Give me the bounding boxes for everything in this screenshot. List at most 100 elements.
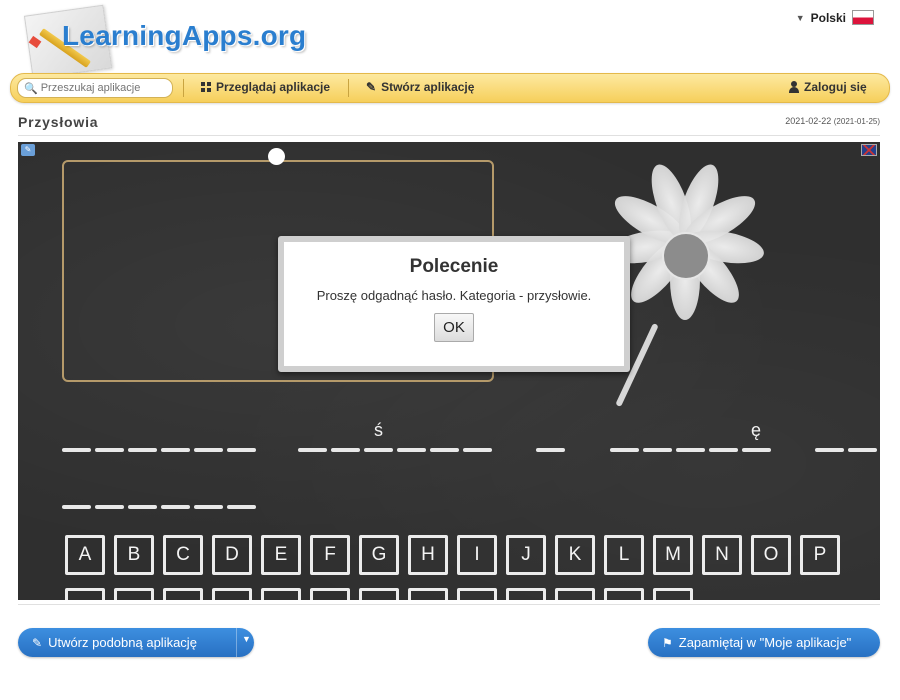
keyboard-key[interactable]	[163, 588, 203, 600]
browse-apps-label: Przeglądaj aplikacje	[216, 80, 331, 94]
letter-slot	[128, 448, 157, 452]
flower-center	[662, 232, 710, 280]
divider	[18, 135, 880, 136]
letter-slot	[161, 448, 190, 452]
page-title: Przysłowia	[18, 114, 99, 130]
keyboard-key[interactable]	[653, 588, 693, 600]
letter-slot	[95, 505, 124, 509]
letter-slot	[848, 448, 877, 452]
key-b[interactable]: B	[114, 535, 154, 575]
key-m[interactable]: M	[653, 535, 693, 575]
keyboard-key[interactable]	[65, 588, 105, 600]
keyboard-key[interactable]	[604, 588, 644, 600]
uk-flag-icon[interactable]	[861, 144, 877, 156]
letter-slot	[536, 448, 565, 452]
search-input[interactable]	[40, 82, 169, 94]
key-h[interactable]: H	[408, 535, 448, 575]
letter-slot	[430, 448, 459, 452]
main-navbar: 🔍 Przeglądaj aplikacje ✎ Stwórz aplikacj…	[10, 73, 890, 103]
dialog-text: Proszę odgadnąć hasło. Kategoria - przys…	[316, 288, 592, 303]
language-label: Polski	[810, 10, 846, 25]
letter-slot	[298, 448, 327, 452]
letter-slot	[128, 505, 157, 509]
key-c[interactable]: C	[163, 535, 203, 575]
key-i[interactable]: I	[457, 535, 497, 575]
button-separator	[236, 628, 237, 657]
browse-apps-link[interactable]: Przeglądaj aplikacje	[201, 80, 330, 94]
letter-slot	[62, 448, 91, 452]
letter-slot	[331, 448, 360, 452]
login-label: Zaloguj się	[804, 80, 867, 94]
keyboard-key[interactable]	[506, 588, 546, 600]
nav-separator	[348, 79, 349, 97]
letter-slot	[161, 505, 190, 509]
key-e[interactable]: E	[261, 535, 301, 575]
key-k[interactable]: K	[555, 535, 595, 575]
edit-app-icon[interactable]: ✎	[21, 144, 35, 156]
create-similar-label: Utwórz podobną aplikację	[48, 635, 197, 650]
letter-slot	[62, 505, 91, 509]
letter-slot	[194, 505, 223, 509]
dropdown-triangle-icon: ▼	[795, 12, 805, 23]
revealed-letter: ś	[374, 420, 383, 440]
ok-button[interactable]: OK	[434, 313, 474, 342]
keyboard-key[interactable]	[555, 588, 595, 600]
letter-slot	[227, 505, 256, 509]
revealed-letter: ę	[751, 420, 762, 440]
created-date: (2021-01-25)	[833, 117, 880, 126]
keyboard-key[interactable]	[457, 588, 497, 600]
key-f[interactable]: F	[310, 535, 350, 575]
letter-slot	[643, 448, 672, 452]
polish-flag-icon	[852, 10, 874, 25]
key-o[interactable]: O	[751, 535, 791, 575]
key-n[interactable]: N	[702, 535, 742, 575]
login-link[interactable]: Zaloguj się	[789, 80, 867, 94]
letter-slot	[364, 448, 393, 452]
instruction-dialog: Polecenie Proszę odgadnąć hasło. Kategor…	[278, 236, 630, 372]
keyboard-key[interactable]	[359, 588, 399, 600]
key-d[interactable]: D	[212, 535, 252, 575]
key-l[interactable]: L	[604, 535, 644, 575]
language-selector[interactable]: ▼ Polski	[796, 10, 874, 25]
search-box[interactable]: 🔍	[17, 78, 173, 98]
letter-slot	[709, 448, 738, 452]
modified-date: 2021-02-22	[785, 116, 832, 126]
frame-knob	[268, 148, 285, 165]
letter-slot	[397, 448, 426, 452]
key-g[interactable]: G	[359, 535, 399, 575]
search-icon: 🔍	[24, 82, 38, 95]
key-j[interactable]: J	[506, 535, 546, 575]
letter-slot	[95, 448, 124, 452]
grid-icon	[201, 82, 211, 92]
logo-text: LearningApps.org	[62, 20, 307, 51]
letter-slot	[676, 448, 705, 452]
letter-slot	[227, 448, 256, 452]
save-to-my-apps-button[interactable]: ⚑ Zapamiętaj w "Moje aplikacje"	[648, 628, 880, 657]
pencil-icon: ✎	[366, 80, 377, 94]
keyboard-key[interactable]	[408, 588, 448, 600]
keyboard-key[interactable]	[114, 588, 154, 600]
letter-slot	[194, 448, 223, 452]
divider	[18, 604, 880, 605]
key-a[interactable]: A	[65, 535, 105, 575]
save-to-my-apps-label: Zapamiętaj w "Moje aplikacje"	[678, 635, 852, 650]
bookmark-icon: ⚑	[662, 635, 673, 650]
create-app-link[interactable]: ✎ Stwórz aplikację	[366, 80, 474, 94]
create-app-label: Stwórz aplikację	[381, 80, 475, 94]
letter-slot	[815, 448, 844, 452]
nav-separator	[183, 79, 184, 97]
letter-slot	[610, 448, 639, 452]
keyboard-key[interactable]	[212, 588, 252, 600]
letter-slot	[463, 448, 492, 452]
app-dates: 2021-02-22 (2021-01-25)	[785, 116, 880, 126]
edit-icon: ✎	[32, 635, 43, 650]
keyboard-key[interactable]	[310, 588, 350, 600]
site-logo[interactable]: LearningApps.org	[20, 4, 310, 80]
create-similar-app-button[interactable]: ✎ Utwórz podobną aplikację ▼	[18, 628, 254, 657]
letter-slot	[742, 448, 771, 452]
user-icon	[789, 81, 799, 93]
dialog-title: Polecenie	[409, 256, 499, 277]
keyboard-key[interactable]	[261, 588, 301, 600]
key-p[interactable]: P	[800, 535, 840, 575]
dropdown-caret-icon[interactable]: ▼	[242, 634, 251, 644]
